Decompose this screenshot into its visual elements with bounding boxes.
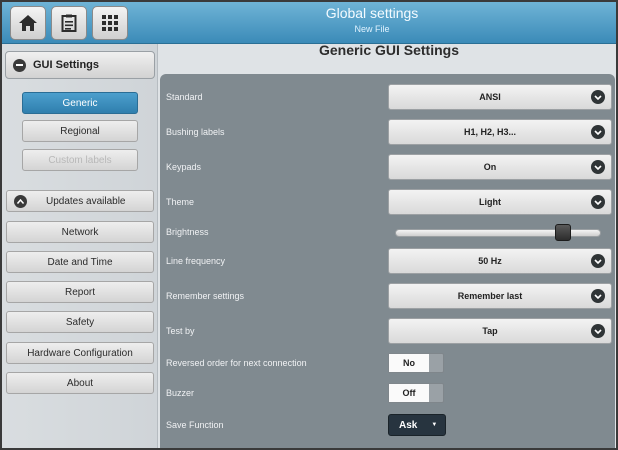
save-function-dropdown[interactable]: Ask ▼: [388, 414, 446, 436]
chevron-down-icon: [591, 254, 605, 268]
keypad-grid-icon: [102, 15, 118, 31]
bushing-labels-label: Bushing labels: [166, 127, 225, 137]
chevron-down-icon: [591, 90, 605, 104]
home-button[interactable]: [10, 6, 46, 40]
sidebar-item-custom-labels[interactable]: Custom labels: [22, 149, 138, 171]
reversed-order-toggle[interactable]: No: [388, 353, 444, 373]
remember-settings-label: Remember settings: [166, 291, 245, 301]
save-function-value: Ask: [399, 419, 418, 431]
chevron-down-icon: [591, 125, 605, 139]
clipboard-button[interactable]: [51, 6, 87, 40]
updates-available-label: Updates available: [46, 195, 126, 207]
remember-settings-dropdown[interactable]: Remember last: [388, 283, 612, 309]
test-by-label: Test by: [166, 326, 195, 336]
bushing-labels-dropdown[interactable]: H1, H2, H3...: [388, 119, 612, 145]
reversed-order-label: Reversed order for next connection: [166, 358, 307, 368]
gui-settings-label: GUI Settings: [33, 59, 100, 71]
collapse-icon: [13, 58, 26, 72]
brightness-label: Brightness: [166, 227, 209, 237]
page-title: Generic GUI Settings: [318, 42, 460, 58]
chevron-down-icon: [591, 324, 605, 338]
updates-available-button[interactable]: Updates available: [6, 190, 154, 212]
clipboard-icon: [61, 14, 77, 32]
keypad-button[interactable]: [92, 6, 128, 40]
theme-dropdown[interactable]: Light: [388, 189, 612, 215]
top-bar: Global settings New File: [2, 2, 616, 44]
keypads-dropdown[interactable]: On: [388, 154, 612, 180]
chevron-down-icon: [591, 195, 605, 209]
chevron-down-icon: [591, 160, 605, 174]
file-name: New File: [354, 24, 390, 34]
home-icon: [19, 15, 37, 31]
sidebar-item-report[interactable]: Report: [6, 281, 154, 303]
sidebar-item-date-and-time[interactable]: Date and Time: [6, 251, 154, 273]
line-frequency-value: 50 Hz: [478, 256, 502, 266]
sidebar-item-regional[interactable]: Regional: [22, 120, 138, 142]
sidebar-item-generic[interactable]: Generic: [22, 92, 138, 114]
test-by-dropdown[interactable]: Tap: [388, 318, 612, 344]
bushing-labels-value: H1, H2, H3...: [463, 127, 517, 137]
window-title: Global settings: [325, 5, 419, 21]
theme-value: Light: [479, 197, 501, 207]
buzzer-value: Off: [389, 384, 429, 402]
save-function-label: Save Function: [166, 420, 224, 430]
chevron-down-icon: [591, 289, 605, 303]
device-screen: Global settings New File GUI Settings Ge…: [0, 0, 618, 450]
keypads-value: On: [483, 162, 497, 172]
reversed-order-value: No: [389, 354, 429, 372]
buzzer-label: Buzzer: [166, 388, 195, 398]
test-by-value: Tap: [482, 326, 498, 336]
buzzer-toggle[interactable]: Off: [388, 383, 444, 403]
sidebar: GUI Settings Generic Regional Custom lab…: [2, 44, 158, 448]
theme-label: Theme: [166, 197, 195, 207]
standard-label: Standard: [166, 92, 203, 102]
standard-dropdown[interactable]: ANSI: [388, 84, 612, 110]
chevron-up-icon: [14, 194, 27, 208]
caret-down-icon: ▼: [431, 422, 438, 428]
brightness-slider-handle[interactable]: [554, 224, 571, 241]
sidebar-item-about[interactable]: About: [6, 372, 154, 394]
sidebar-item-network[interactable]: Network: [6, 221, 154, 243]
standard-value: ANSI: [479, 92, 501, 102]
gui-settings-header[interactable]: GUI Settings: [5, 51, 155, 79]
sidebar-item-hardware-configuration[interactable]: Hardware Configuration: [6, 342, 154, 364]
line-frequency-label: Line frequency: [166, 256, 226, 266]
sidebar-item-safety[interactable]: Safety: [6, 311, 154, 333]
keypads-label: Keypads: [166, 162, 202, 172]
remember-settings-value: Remember last: [457, 291, 523, 301]
line-frequency-dropdown[interactable]: 50 Hz: [388, 248, 612, 274]
